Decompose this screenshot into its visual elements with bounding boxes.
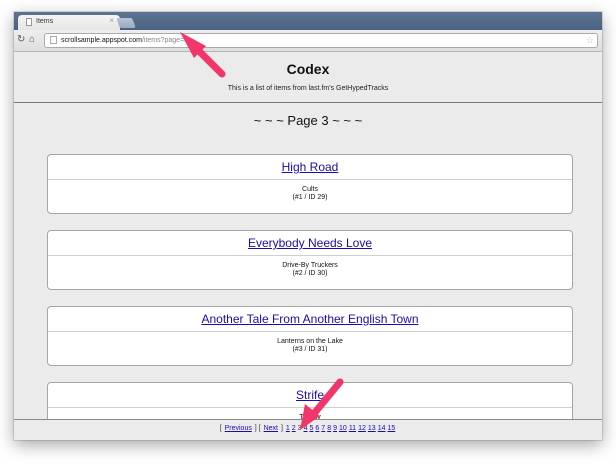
pager-bracket: ] [ [254,425,261,432]
item-artist: Drive-By Truckers [282,262,338,269]
pagination: [ Previous ] [ Next ] 1 2 3 4 5 6 7 8 9 10 11 12 13 1… [14,419,602,440]
new-tab-button[interactable] [116,18,136,28]
page-icon [50,36,57,45]
pager-bracket: ] [280,425,283,432]
pager-bracket: [ [219,425,222,432]
page-number-list: 1 2 3 4 5 6 7 8 9 10 11 12 13 14 15 [285,425,396,432]
page-link-7[interactable]: 7 [321,425,325,432]
next-link[interactable]: Next [264,425,278,432]
current-page-number: 3 [297,425,302,432]
star-icon[interactable]: ☆ [586,34,594,47]
address-bar[interactable]: scrollsample.appspot.com/items?page=3 ☆ [44,33,598,48]
url-host: scrollsample.appspot.com [61,37,142,44]
previous-link[interactable]: Previous [225,425,252,432]
item-meta: (#1 / ID 29) [292,194,328,201]
page-link-12[interactable]: 12 [358,425,366,432]
site-title: Codex [286,61,330,77]
item-meta: (#3 / ID 31) [292,346,328,353]
item-artist: Lanterns on the Lake [277,338,343,345]
site-subtitle: This is a list of items from last.fm's G… [227,85,389,92]
tab-items[interactable]: Items × [18,15,120,30]
reload-icon[interactable]: ↻ [17,34,25,46]
item-title-link[interactable]: Strife [296,388,324,402]
item-meta: (#2 / ID 30) [292,270,328,277]
toolbar: ↻ ⌂ scrollsample.appspot.com/items?page=… [14,30,602,52]
item-title-link[interactable]: High Road [282,160,339,174]
page-link-13[interactable]: 13 [368,425,376,432]
item-list: High Road Cults (#1 / ID 29) Everybody N… [47,154,573,440]
page-link-2[interactable]: 2 [292,425,296,432]
page-link-14[interactable]: 14 [378,425,386,432]
page-link-5[interactable]: 5 [309,425,313,432]
tab-strip: Items × [14,12,602,30]
list-item: Another Tale From Another English Town L… [47,306,573,366]
item-artist: Cults [302,186,318,193]
item-title-link[interactable]: Everybody Needs Love [248,236,372,250]
tab-title: Items [36,18,54,25]
list-item: High Road Cults (#1 / ID 29) [47,154,573,214]
close-icon[interactable]: × [109,16,114,25]
page-link-8[interactable]: 8 [327,425,331,432]
list-item: Everybody Needs Love Drive-By Truckers (… [47,230,573,290]
site-header: Codex This is a list of items from last.… [14,52,602,103]
browser-window: Items × ↻ ⌂ scrollsample.appspot.com/ite… [14,12,602,440]
page-link-9[interactable]: 9 [333,425,337,432]
page-icon [26,18,32,26]
item-title-link[interactable]: Another Tale From Another English Town [201,312,418,326]
page-link-10[interactable]: 10 [339,425,347,432]
page-link-4[interactable]: 4 [304,425,308,432]
page-heading: ~ ~ ~ Page 3 ~ ~ ~ [253,113,363,128]
page-link-15[interactable]: 15 [387,425,395,432]
page-content: Codex This is a list of items from last.… [14,52,602,440]
page-link-11[interactable]: 11 [349,425,356,432]
home-icon[interactable]: ⌂ [29,34,35,46]
page-link-1[interactable]: 1 [286,425,290,432]
url-path: /items?page=3 [141,37,189,44]
page-link-6[interactable]: 6 [315,425,319,432]
